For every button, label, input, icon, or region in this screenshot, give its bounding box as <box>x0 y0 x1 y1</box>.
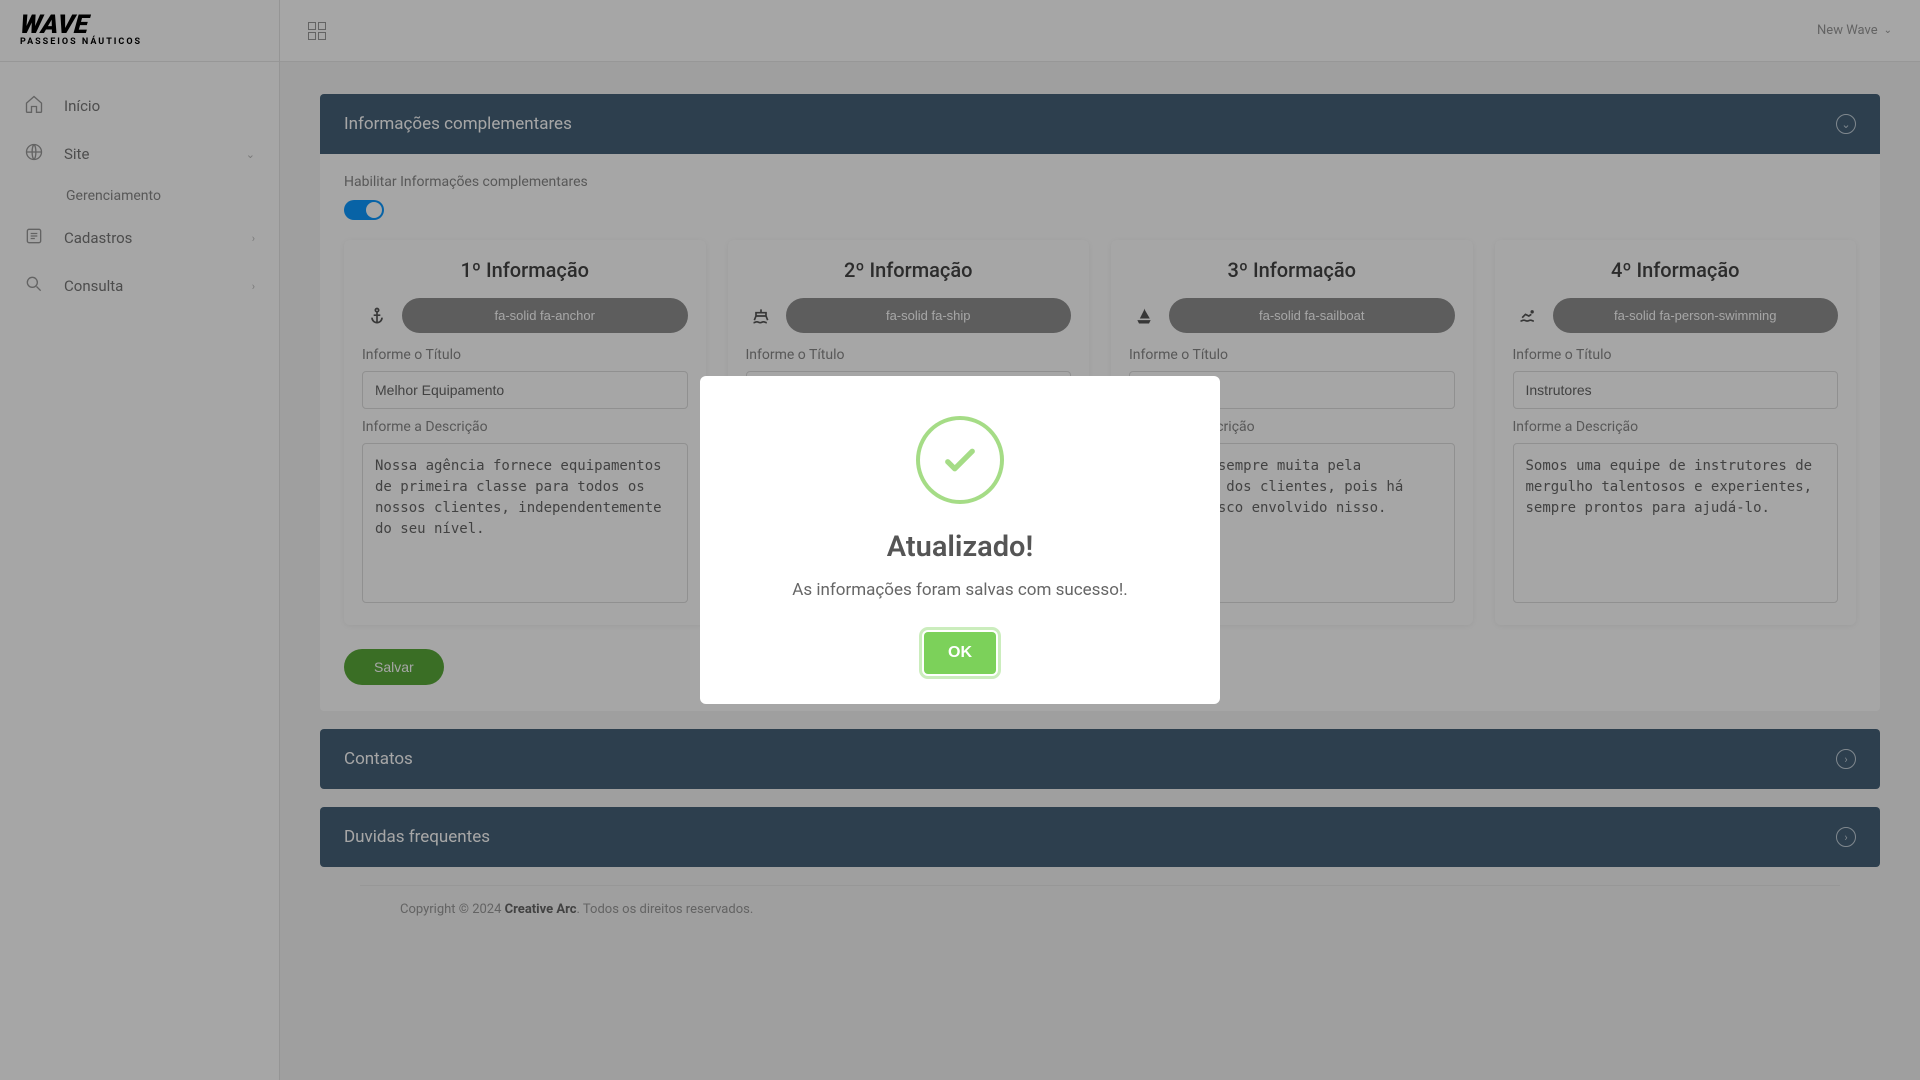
checkmark-icon <box>916 416 1004 504</box>
modal-ok-button[interactable]: OK <box>924 632 996 674</box>
modal-overlay[interactable]: Atualizado! As informações foram salvas … <box>0 0 1920 1080</box>
modal-message: As informações foram salvas com sucesso!… <box>730 580 1190 600</box>
modal-title: Atualizado! <box>730 530 1190 564</box>
success-modal: Atualizado! As informações foram salvas … <box>700 376 1220 704</box>
